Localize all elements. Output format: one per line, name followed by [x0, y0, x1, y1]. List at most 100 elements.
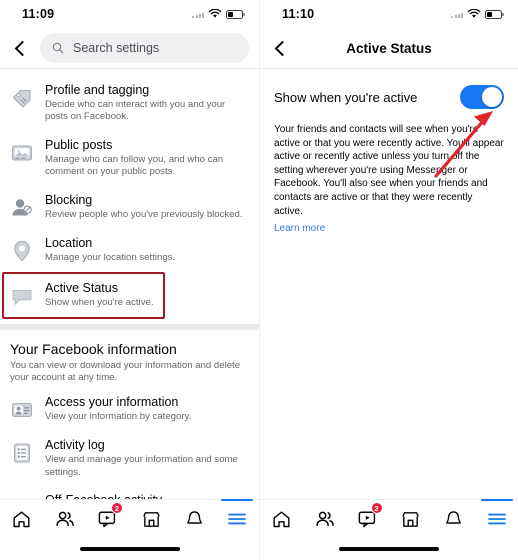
- show-when-active-toggle[interactable]: [460, 85, 504, 109]
- right-header: Active Status: [260, 28, 518, 68]
- back-button[interactable]: [6, 33, 36, 63]
- nav-marketplace[interactable]: [130, 500, 173, 538]
- settings-item-profile-and-tagging[interactable]: Profile and tagging Decide who can inter…: [0, 76, 259, 131]
- bottom-nav-left: 2: [0, 499, 259, 560]
- friends-icon: [56, 511, 74, 527]
- home-icon: [273, 510, 290, 527]
- left-screen-settings: 11:09 Search settings Profile and taggin…: [0, 0, 259, 560]
- nav-active-underline: [480, 499, 513, 502]
- settings-item-text: Active Status Show when you're active.: [45, 281, 249, 310]
- settings-item-title: Blocking: [45, 192, 93, 207]
- status-time: 11:09: [22, 7, 55, 21]
- speech-bubble-icon: [8, 282, 36, 310]
- settings-item-title: Public posts: [45, 137, 113, 152]
- settings-item-text: Access your information View your inform…: [45, 395, 249, 424]
- settings-item-active-status[interactable]: Active Status Show when you're active.: [0, 271, 259, 319]
- settings-item-title: Active Status: [45, 280, 118, 295]
- nav-home[interactable]: [0, 500, 43, 538]
- settings-item-text: Profile and tagging Decide who can inter…: [45, 83, 249, 124]
- tag-icon: [8, 84, 36, 112]
- settings-item-access-your-information[interactable]: Access your information View your inform…: [0, 388, 259, 431]
- nav-friends[interactable]: [303, 500, 346, 538]
- nav-notifications[interactable]: [432, 500, 475, 538]
- settings-item-subtitle: Manage your location settings.: [45, 251, 176, 263]
- nav-marketplace[interactable]: [389, 500, 432, 538]
- back-chevron-icon: [274, 40, 291, 56]
- settings-item-text: Activity log View and manage your inform…: [45, 438, 249, 479]
- settings-item-subtitle: Show when you're active.: [45, 296, 154, 308]
- right-screen-active-status: 11:10 Active Status Show when you're act…: [259, 0, 518, 560]
- home-indicator: [339, 547, 439, 551]
- battery-icon: [485, 9, 504, 19]
- status-indicators: [192, 9, 245, 19]
- settings-item-public-posts[interactable]: Public posts Manage who can follow you, …: [0, 131, 259, 186]
- settings-item-blocking[interactable]: Blocking Review people who you've previo…: [0, 186, 259, 229]
- bottom-nav-right: 2: [260, 499, 518, 560]
- settings-item-title: Activity log: [45, 438, 105, 453]
- signal-dots-icon: [192, 10, 204, 18]
- toggle-label: Show when you're active: [274, 89, 418, 105]
- learn-more-link[interactable]: Learn more: [274, 222, 325, 236]
- location-pin-icon: [8, 237, 36, 265]
- home-indicator: [79, 547, 180, 551]
- settings-item-text: Location Manage your location settings.: [45, 236, 249, 265]
- person-block-icon: [8, 194, 36, 222]
- page-title: Active Status: [346, 40, 432, 56]
- hamburger-menu-icon: [228, 513, 247, 525]
- watch-badge: 2: [110, 502, 123, 514]
- nav-notifications[interactable]: [173, 500, 216, 538]
- nav-active-underline: [221, 499, 254, 502]
- status-time: 11:10: [282, 7, 315, 21]
- nav-menu[interactable]: [475, 499, 518, 538]
- photo-icon: [8, 139, 36, 167]
- wifi-icon: [467, 9, 481, 18]
- nav-menu[interactable]: [216, 499, 259, 538]
- active-status-description: Your friends and contacts will see when …: [274, 124, 504, 217]
- nav-home[interactable]: [260, 500, 303, 538]
- section-description: You can view or download your informatio…: [10, 359, 241, 384]
- status-bar-right: 11:10: [260, 0, 518, 28]
- marketplace-icon: [142, 511, 160, 527]
- bottom-nav-row: 2: [260, 499, 518, 538]
- back-button[interactable]: [266, 33, 296, 63]
- search-input[interactable]: Search settings: [73, 41, 159, 55]
- home-icon: [13, 510, 30, 527]
- signal-dots-icon: [451, 10, 463, 18]
- left-header: Search settings: [0, 28, 259, 68]
- bell-notifications-icon: [186, 510, 202, 524]
- battery-icon: [226, 9, 245, 19]
- back-chevron-icon: [14, 40, 31, 56]
- activity-list-icon: [8, 439, 36, 467]
- marketplace-icon: [402, 511, 419, 527]
- show-when-active-row: Show when you're active: [274, 85, 504, 109]
- settings-item-title: Location: [45, 235, 93, 250]
- settings-item-location[interactable]: Location Manage your location settings.: [0, 229, 259, 272]
- settings-list: Profile and tagging Decide who can inter…: [0, 69, 259, 541]
- settings-item-subtitle: View and manage your information and som…: [45, 454, 238, 478]
- your-facebook-information-section-header: Your Facebook information You can view o…: [0, 330, 259, 389]
- settings-item-subtitle: Decide who can interact with you and you…: [45, 99, 226, 123]
- nav-friends[interactable]: [43, 500, 86, 538]
- settings-item-text: Public posts Manage who can follow you, …: [45, 138, 249, 179]
- nav-watch[interactable]: 2: [346, 500, 389, 538]
- settings-item-subtitle: View your information by category.: [45, 411, 192, 423]
- settings-item-text: Blocking Review people who you've previo…: [45, 193, 249, 222]
- toggle-knob: [482, 87, 502, 107]
- section-heading: Your Facebook information: [10, 340, 177, 357]
- settings-item-title: Profile and tagging: [45, 83, 150, 97]
- settings-item-activity-log[interactable]: Activity log View and manage your inform…: [0, 431, 259, 486]
- status-indicators: [451, 9, 504, 19]
- settings-item-title: Access your information: [45, 395, 179, 410]
- hamburger-menu-icon: [487, 513, 506, 525]
- watch-badge: 2: [370, 502, 383, 514]
- nav-watch[interactable]: 2: [86, 500, 129, 538]
- status-bar-left: 11:09: [0, 0, 259, 28]
- id-card-icon: [8, 396, 36, 424]
- settings-item-subtitle: Review people who you've previously bloc…: [45, 208, 243, 220]
- bell-notifications-icon: [446, 510, 461, 524]
- wifi-icon: [208, 9, 222, 18]
- active-status-content: Show when you're active Your friends and…: [260, 69, 518, 236]
- search-icon: [52, 42, 64, 54]
- bottom-nav-row: 2: [0, 499, 259, 538]
- search-settings-bar[interactable]: Search settings: [40, 33, 249, 63]
